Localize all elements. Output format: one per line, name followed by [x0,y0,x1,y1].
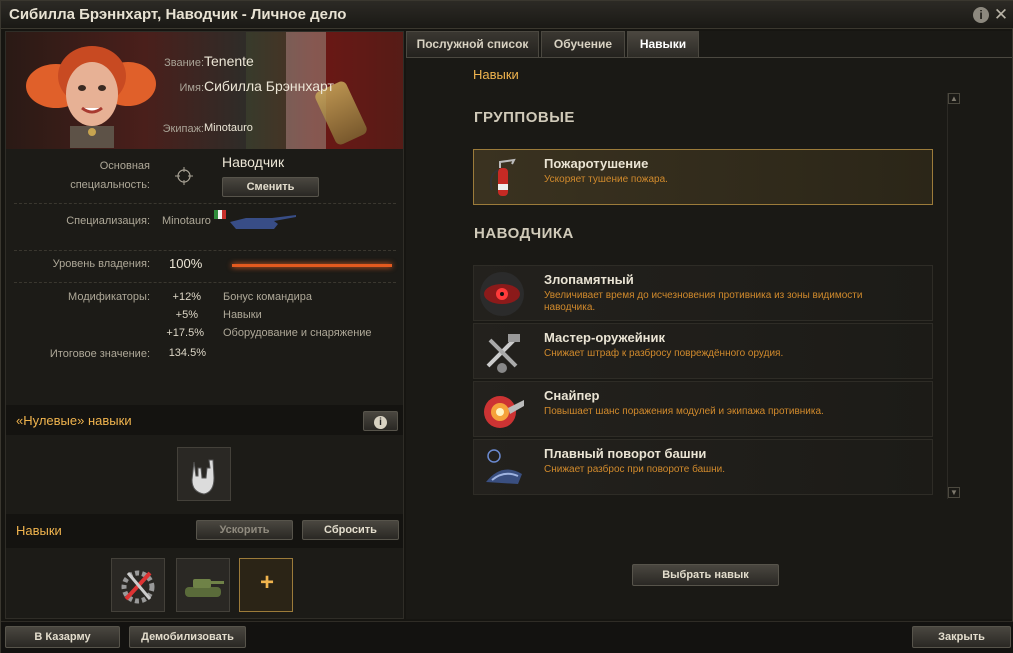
skill-card-vindictive[interactable]: Злопамятный Увеличивает время до исчезно… [473,265,933,321]
skill-title: Плавный поворот башни [544,446,707,461]
change-specialty-button[interactable]: Сменить [222,177,319,197]
skills-header: Навыки Ускорить Сбросить [6,514,403,548]
details-panel: Послужной список Обучение Навыки Навыки … [406,31,1012,619]
breadcrumb: Навыки [473,67,519,82]
scroll-up-button[interactable]: ▲ [948,93,960,104]
modifier-value-1: +12% [172,291,201,303]
close-button[interactable]: Закрыть [912,626,1011,648]
specialty-label-line2: специальность: [70,179,150,191]
skill-card-smooth-turret[interactable]: Плавный поворот башни Снижает разброс пр… [473,439,933,495]
crosshair-icon [175,167,193,185]
scroll-down-button[interactable]: ▼ [948,487,960,498]
tank-icon [185,579,224,597]
rank-value: Tenente [204,53,254,69]
skill-card-firefighting[interactable]: Пожаротушение Ускоряет тушение пожара. [473,149,933,205]
fire-extinguisher-icon [489,158,516,196]
demobilize-button[interactable]: Демобилизовать [129,626,246,648]
modifier-value-2: +5% [175,309,198,321]
modifier-name-2: Навыки [223,309,262,321]
proficiency-bar-fill [232,264,392,267]
barracks-button[interactable]: В Казарму [5,626,120,648]
modifiers-label: Модификаторы: [68,291,150,303]
proficiency-value: 100% [169,256,203,271]
total-label: Итоговое значение: [49,348,150,360]
modifier-name-3: Оборудование и снаряжение [223,327,372,339]
skill-description: Снижает штраф к разбросу повреждённого о… [544,348,784,359]
info-button[interactable]: i [363,411,398,431]
add-skill-slot[interactable]: + [239,558,293,612]
skill-title: Снайпер [544,388,600,403]
zero-skills-header: «Нулевые» навыки i [6,405,403,435]
name-label: Имя: [179,82,204,94]
name-value: Сибилла Брэннхарт [204,78,334,94]
skill-title: Злопамятный [544,272,634,287]
evil-eye-icon [480,272,524,316]
rock-hand-icon [191,459,215,495]
reset-button[interactable]: Сбросить [302,520,399,540]
zero-skill-slot[interactable] [177,447,231,501]
crew-member-panel: Звание: Tenente Имя: Сибилла Брэннхарт Э… [5,31,404,619]
group-title-crew: ГРУППОВЫЕ [474,109,575,126]
sniper-icon [484,396,524,428]
accelerate-button[interactable]: Ускорить [196,520,293,540]
skill-card-sniper[interactable]: Снайпер Повышает шанс поражения модулей … [473,381,933,437]
specialty-label-line1: Основная [99,160,150,172]
personal-file-window: Сибилла Брэннхарт, Наводчик - Личное дел… [0,0,1013,653]
tab-training[interactable]: Обучение [541,31,625,57]
specialty-value: Наводчик [222,154,285,170]
modifier-value-3: +17.5% [166,327,204,339]
add-icon: + [259,569,274,596]
specialization-label: Специализация: [66,215,150,227]
crew-avatar [26,46,156,148]
armorer-icon [486,334,520,373]
turret-rotation-icon [486,449,522,484]
skill-description: Ускоряет тушение пожара. [544,174,668,185]
info-icon: i [374,416,387,429]
skills-title: Навыки [16,523,62,538]
footer-bar: В Казарму Демобилизовать Закрыть [1,621,1013,653]
choose-skill-button[interactable]: Выбрать навык [632,564,779,586]
specialization-vehicle: Minotauro [162,215,211,227]
zero-skills-title: «Нулевые» навыки [16,413,132,428]
learned-skill-slot-2[interactable] [176,558,230,612]
learned-skill-slot-1[interactable] [111,558,165,612]
skills-scrollbar[interactable]: ▲ ▼ [947,93,960,499]
title-bar[interactable]: Сибилла Брэннхарт, Наводчик - Личное дел… [1,1,1013,29]
portrait-header: Звание: Tenente Имя: Сибилла Брэннхарт Э… [6,32,403,149]
info-icon[interactable]: i [973,7,989,23]
total-value: 134.5% [168,347,206,359]
skill-title: Мастер-оружейник [544,330,666,345]
italy-flag-icon [214,210,226,219]
crew-value: Minotauro [204,122,253,134]
rank-label: Звание: [164,57,204,69]
skill-card-armorer[interactable]: Мастер-оружейник Снижает штраф к разброс… [473,323,933,379]
skill-title: Пожаротушение [544,156,649,171]
crew-label: Экипаж: [162,123,204,135]
tab-service-record[interactable]: Послужной список [406,31,539,57]
proficiency-bar-track [232,264,392,267]
tab-skills[interactable]: Навыки [627,31,699,57]
skill-description: Увеличивает время до исчезновения против… [544,290,863,313]
window-title: Сибилла Брэннхарт, Наводчик - Личное дел… [9,6,347,23]
skill-description: Снижает разброс при повороте башни. [544,464,726,475]
group-title-gunner: НАВОДЧИКА [474,225,574,242]
modifier-name-1: Бонус командира [223,291,312,303]
tank-silhouette-icon [230,215,296,229]
repair-tools-icon [121,570,155,604]
skill-description: Повышает шанс поражения модулей и экипаж… [544,406,824,417]
proficiency-label: Уровень владения: [52,258,150,270]
close-icon[interactable]: ✕ [993,6,1009,23]
